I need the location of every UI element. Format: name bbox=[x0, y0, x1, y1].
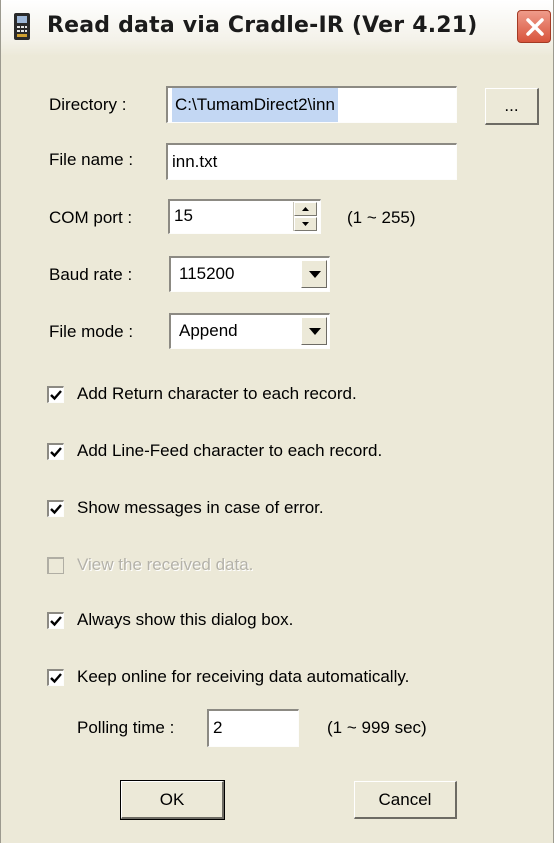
spin-up-button[interactable] bbox=[294, 202, 317, 216]
spin-up-icon bbox=[302, 207, 309, 211]
checkmark-icon bbox=[50, 447, 62, 458]
cancel-button[interactable]: Cancel bbox=[354, 781, 457, 819]
baud-rate-value: 115200 bbox=[179, 264, 235, 283]
title-bar[interactable]: Read data via Cradle-IR (Ver 4.21) bbox=[1, 0, 553, 56]
show-messages-label[interactable]: Show messages in case of error. bbox=[77, 498, 324, 518]
checkmark-icon bbox=[50, 616, 62, 627]
window-title: Read data via Cradle-IR (Ver 4.21) bbox=[47, 13, 478, 38]
keep-online-checkbox[interactable] bbox=[47, 669, 64, 686]
browse-button[interactable]: ... bbox=[485, 88, 539, 125]
checkmark-icon bbox=[50, 673, 62, 684]
file-mode-dropdown-button[interactable] bbox=[301, 317, 327, 345]
chevron-down-icon bbox=[309, 328, 321, 335]
spin-down-button[interactable] bbox=[294, 217, 317, 231]
file-mode-value: Append bbox=[179, 321, 238, 340]
always-show-dialog-checkbox[interactable] bbox=[47, 612, 64, 629]
ok-button[interactable]: OK bbox=[120, 780, 225, 820]
file-name-label: File name : bbox=[49, 150, 134, 169]
add-return-label[interactable]: Add Return character to each record. bbox=[77, 384, 357, 404]
checkmark-icon bbox=[50, 504, 62, 515]
dialog-window: Read data via Cradle-IR (Ver 4.21) Direc… bbox=[0, 0, 554, 843]
directory-value: C:\TumamDirect2\inn bbox=[172, 88, 338, 122]
polling-time-range: (1 ~ 999 sec) bbox=[327, 718, 427, 737]
directory-input[interactable]: C:\TumamDirect2\inn bbox=[166, 86, 457, 123]
checkmark-icon bbox=[50, 390, 62, 401]
com-port-range: (1 ~ 255) bbox=[347, 208, 416, 227]
file-mode-select[interactable]: Append bbox=[169, 313, 330, 349]
keep-online-label[interactable]: Keep online for receiving data automatic… bbox=[77, 667, 409, 687]
show-messages-checkbox[interactable] bbox=[47, 500, 64, 517]
directory-label: Directory : bbox=[49, 95, 127, 114]
polling-time-label: Polling time : bbox=[77, 718, 175, 737]
baud-rate-dropdown-button[interactable] bbox=[301, 260, 327, 288]
close-icon bbox=[526, 18, 544, 36]
view-received-data-checkbox bbox=[47, 557, 64, 574]
com-port-spinner[interactable] bbox=[293, 202, 317, 231]
close-button[interactable] bbox=[517, 10, 551, 43]
polling-time-input[interactable]: 2 bbox=[207, 709, 299, 747]
chevron-down-icon bbox=[309, 271, 321, 278]
com-port-label: COM port : bbox=[49, 208, 133, 227]
file-name-input[interactable]: inn.txt bbox=[166, 143, 457, 180]
cradle-device-icon bbox=[11, 12, 33, 42]
add-line-feed-checkbox[interactable] bbox=[47, 443, 64, 460]
add-return-checkbox[interactable] bbox=[47, 386, 64, 403]
baud-rate-label: Baud rate : bbox=[49, 265, 133, 284]
always-show-dialog-label[interactable]: Always show this dialog box. bbox=[77, 610, 293, 630]
spin-down-icon bbox=[302, 222, 309, 226]
view-received-data-label: View the received data. bbox=[77, 555, 254, 574]
file-mode-label: File mode : bbox=[49, 322, 134, 341]
add-line-feed-label[interactable]: Add Line-Feed character to each record. bbox=[77, 441, 382, 461]
baud-rate-select[interactable]: 115200 bbox=[169, 256, 330, 292]
